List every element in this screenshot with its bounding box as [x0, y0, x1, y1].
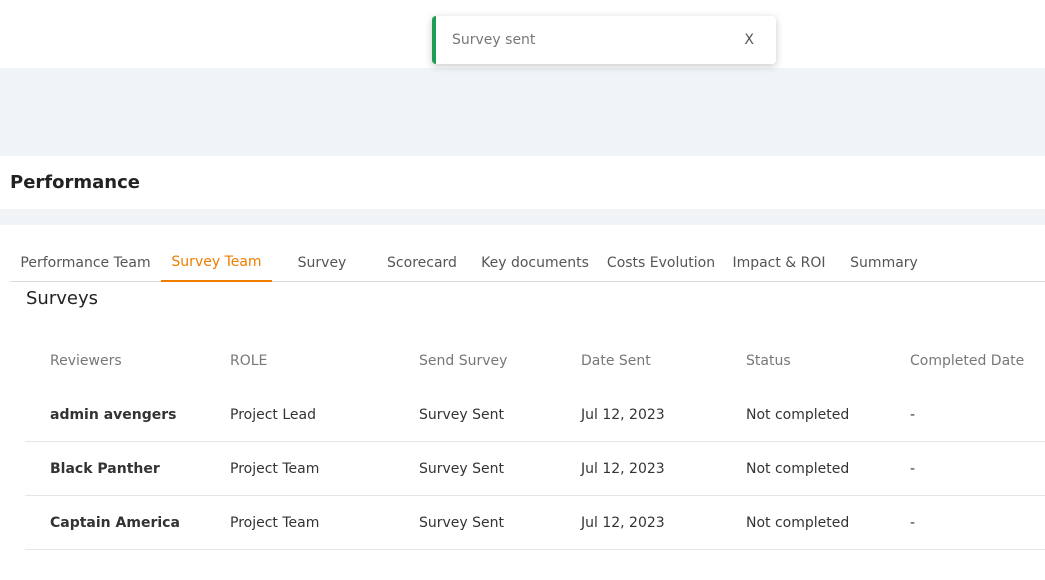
table-header: Reviewers ROLE Send Survey Date Sent Sta…: [25, 334, 1045, 388]
tab-survey-team[interactable]: Survey Team: [161, 244, 272, 282]
toast-close-button[interactable]: X: [744, 32, 754, 48]
column-header-status[interactable]: Status: [746, 334, 791, 388]
reviewer-name: Captain America: [50, 515, 180, 531]
header-band: [0, 68, 1045, 156]
title-bar: [0, 156, 1045, 209]
tab-survey[interactable]: Survey: [278, 244, 366, 282]
surveys-table: Reviewers ROLE Send Survey Date Sent Sta…: [25, 334, 1045, 550]
send-survey-status: Survey Sent: [419, 407, 505, 423]
tab-key-documents[interactable]: Key documents: [478, 244, 592, 282]
section-title: Surveys: [26, 288, 98, 309]
tab-summary[interactable]: Summary: [842, 244, 926, 282]
tab-performance-team[interactable]: Performance Team: [10, 244, 161, 282]
table-row[interactable]: Captain America Project Team Survey Sent…: [25, 496, 1045, 550]
completion-status: Not completed: [746, 407, 850, 423]
reviewer-role: Project Team: [230, 461, 320, 477]
date-sent: Jul 12, 2023: [581, 461, 665, 477]
reviewer-role: Project Lead: [230, 407, 316, 423]
toast-notification: Survey sent X: [432, 16, 776, 64]
completed-date: -: [910, 407, 916, 423]
column-header-reviewers[interactable]: Reviewers: [50, 334, 122, 388]
reviewer-name: Black Panther: [50, 461, 160, 477]
column-header-send-survey[interactable]: Send Survey: [419, 334, 507, 388]
table-row[interactable]: admin avengers Project Lead Survey Sent …: [25, 388, 1045, 442]
completion-status: Not completed: [746, 515, 850, 531]
completed-date: -: [910, 515, 916, 531]
date-sent: Jul 12, 2023: [581, 407, 665, 423]
tab-costs-evolution[interactable]: Costs Evolution: [602, 244, 720, 282]
send-survey-status: Survey Sent: [419, 515, 505, 531]
column-header-role[interactable]: ROLE: [230, 334, 267, 388]
send-survey-status: Survey Sent: [419, 461, 505, 477]
tab-scorecard[interactable]: Scorecard: [377, 244, 467, 282]
reviewer-role: Project Team: [230, 515, 320, 531]
completion-status: Not completed: [746, 461, 850, 477]
completed-date: -: [910, 461, 916, 477]
reviewer-name: admin avengers: [50, 407, 177, 423]
column-header-date-sent[interactable]: Date Sent: [581, 334, 651, 388]
date-sent: Jul 12, 2023: [581, 515, 665, 531]
column-header-completed-date[interactable]: Completed Date: [910, 334, 1024, 388]
tab-impact-roi[interactable]: Impact & ROI: [728, 244, 830, 282]
divider-band: [0, 209, 1045, 225]
table-row[interactable]: Black Panther Project Team Survey Sent J…: [25, 442, 1045, 496]
toast-message: Survey sent: [452, 32, 536, 48]
tab-bar: Performance Team Survey Team Survey Scor…: [10, 244, 1045, 282]
page-title: Performance: [10, 172, 140, 193]
